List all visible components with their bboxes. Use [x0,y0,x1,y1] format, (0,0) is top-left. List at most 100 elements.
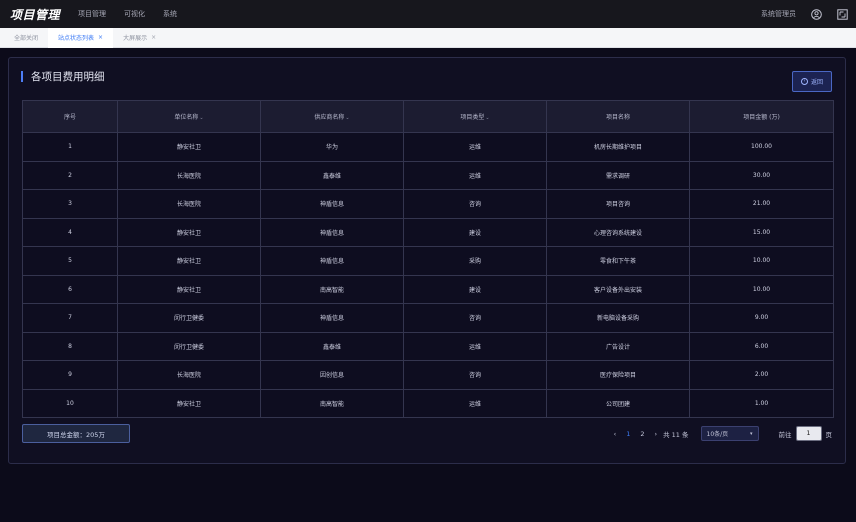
tab-bar: 全部关闭 站点状态列表 × 大屏展示 × [0,27,856,48]
cell-index: 1 [22,132,118,162]
tab-close-all[interactable]: 全部关闭 [4,28,48,48]
title-accent-bar [21,71,23,82]
cell-index: 6 [22,274,118,304]
cell-project-type: 运维 [403,331,547,361]
cell-index: 2 [22,160,118,190]
fullscreen-icon[interactable] [836,8,848,20]
page-number-2[interactable]: 2 [640,430,644,438]
cell-amount: 10.00 [689,246,834,276]
sort-icon[interactable]: ⌄ [199,115,203,121]
cell-project-name: 广告设计 [546,331,690,361]
cell-amount: 1.00 [689,388,834,418]
cell-supplier: 神盾信息 [260,217,404,247]
cell-project-type: 运维 [403,132,547,162]
cell-supplier: 神盾信息 [260,246,404,276]
cell-supplier: 鑫泰维 [260,331,404,361]
cell-supplier: 因创信息 [260,360,404,390]
table-row[interactable]: 9 长海医院 因创信息 咨询 医疗保险项目 2.00 [22,360,834,390]
column-header-supplier[interactable]: 供应商名称⌄ [260,100,404,133]
table-row[interactable]: 10 静安社卫 南高智能 运维 公司团建 1.00 [22,388,834,418]
cell-project-name: 机房长期维护项目 [546,132,690,162]
tab-label: 大屏展示 [123,35,148,42]
cell-amount: 15.00 [689,217,834,247]
chevron-down-icon: ▾ [749,430,753,437]
nav-item-project-management[interactable]: 项目管理 [78,9,106,19]
table-row[interactable]: 3 长海医院 神盾信息 咨询 项目咨询 21.00 [22,189,834,219]
nav-item-system[interactable]: 系统 [163,9,177,19]
cell-index: 3 [22,189,118,219]
page-size-value: 10条/页 [706,431,729,438]
cell-supplier: 鑫泰维 [260,160,404,190]
goto-page-input[interactable]: 1 [795,426,822,441]
tab-big-screen[interactable]: 大屏展示 × [113,28,166,48]
current-user-name[interactable]: 系统管理员 [761,9,796,19]
cell-unit: 静安社卫 [117,246,261,276]
back-button-label: 返回 [810,79,823,86]
cell-amount: 10.00 [689,274,834,304]
column-header-unit[interactable]: 单位名称⌄ [117,100,261,133]
close-icon[interactable]: × [151,34,156,41]
sort-icon[interactable]: ⌄ [485,115,489,121]
project-cost-table: 序号 单位名称⌄ 供应商名称⌄ 项目类型⌄ 项目名称 项目金额 (万) 1 静安社… [22,100,834,418]
cell-amount: 6.00 [689,331,834,361]
cell-index: 7 [22,303,118,333]
table-row[interactable]: 1 静安社卫 华为 运维 机房长期维护项目 100.00 [22,132,834,162]
cell-project-type: 咨询 [403,360,547,390]
back-button[interactable]: ‹ 返回 [792,71,832,92]
cell-amount: 21.00 [689,189,834,219]
cell-unit: 静安社卫 [117,388,261,418]
column-header-index: 序号 [22,100,118,133]
cell-unit: 长海医院 [117,189,261,219]
panel-title: 各项目费用明细 [21,69,105,84]
total-amount-button[interactable]: 项目总金额：205万 [22,424,130,443]
cell-project-type: 建设 [403,274,547,304]
cell-index: 9 [22,360,118,390]
table-row[interactable]: 5 静安社卫 神盾信息 采购 零食和下午茶 10.00 [22,246,834,276]
table-row[interactable]: 2 长海医院 鑫泰维 运维 需求调研 30.00 [22,160,834,190]
page-size-select[interactable]: 10条/页 ▾ [700,426,759,441]
next-page-icon[interactable]: › [654,430,657,438]
cell-unit: 闵行卫健委 [117,303,261,333]
cell-supplier: 南高智能 [260,388,404,418]
main-nav: 项目管理 可视化 系统 [78,9,177,19]
user-circle-icon[interactable] [810,8,822,20]
cell-project-name: 新电脑设备采购 [546,303,690,333]
cell-unit: 静安社卫 [117,132,261,162]
cell-unit: 闵行卫健委 [117,331,261,361]
sort-icon[interactable]: ⌄ [345,115,349,121]
prev-page-icon[interactable]: ‹ [614,430,617,438]
cell-supplier: 南高智能 [260,274,404,304]
cell-project-name: 项目咨询 [546,189,690,219]
cell-project-type: 咨询 [403,303,547,333]
cell-project-type: 运维 [403,388,547,418]
cell-index: 10 [22,388,118,418]
cell-project-name: 零食和下午茶 [546,246,690,276]
cell-project-name: 心理咨询系统建设 [546,217,690,247]
cell-project-type: 咨询 [403,189,547,219]
back-arrow-icon: ‹ [800,78,808,85]
page-number-1[interactable]: 1 [626,430,630,438]
total-count: 共 11 条 [663,430,689,439]
cell-amount: 100.00 [689,132,834,162]
cell-unit: 静安社卫 [117,274,261,304]
cell-project-name: 医疗保险项目 [546,360,690,390]
top-navigation-bar: 项目管理 项目管理 可视化 系统 系统管理员 [0,0,856,28]
table-row[interactable]: 8 闵行卫健委 鑫泰维 运维 广告设计 6.00 [22,331,834,361]
table-header-row: 序号 单位名称⌄ 供应商名称⌄ 项目类型⌄ 项目名称 项目金额 (万) [22,100,834,133]
table-row[interactable]: 4 静安社卫 神盾信息 建设 心理咨询系统建设 15.00 [22,217,834,247]
close-icon[interactable]: × [98,34,103,41]
app-logo-title[interactable]: 项目管理 [0,6,74,23]
cell-project-name: 公司团建 [546,388,690,418]
panel-title-text: 各项目费用明细 [31,71,105,83]
table-row[interactable]: 7 闵行卫健委 神盾信息 咨询 新电脑设备采购 9.00 [22,303,834,333]
column-header-amount: 项目金额 (万) [689,100,834,133]
cell-amount: 30.00 [689,160,834,190]
goto-label: 前往 [778,430,792,439]
cell-amount: 2.00 [689,360,834,390]
table-row[interactable]: 6 静安社卫 南高智能 建设 客户设备外出安装 10.00 [22,274,834,304]
cell-unit: 长海医院 [117,360,261,390]
nav-item-visualization[interactable]: 可视化 [124,9,145,19]
column-header-project-type[interactable]: 项目类型⌄ [403,100,547,133]
cell-supplier: 华为 [260,132,404,162]
tab-station-status-list[interactable]: 站点状态列表 × [48,27,114,48]
